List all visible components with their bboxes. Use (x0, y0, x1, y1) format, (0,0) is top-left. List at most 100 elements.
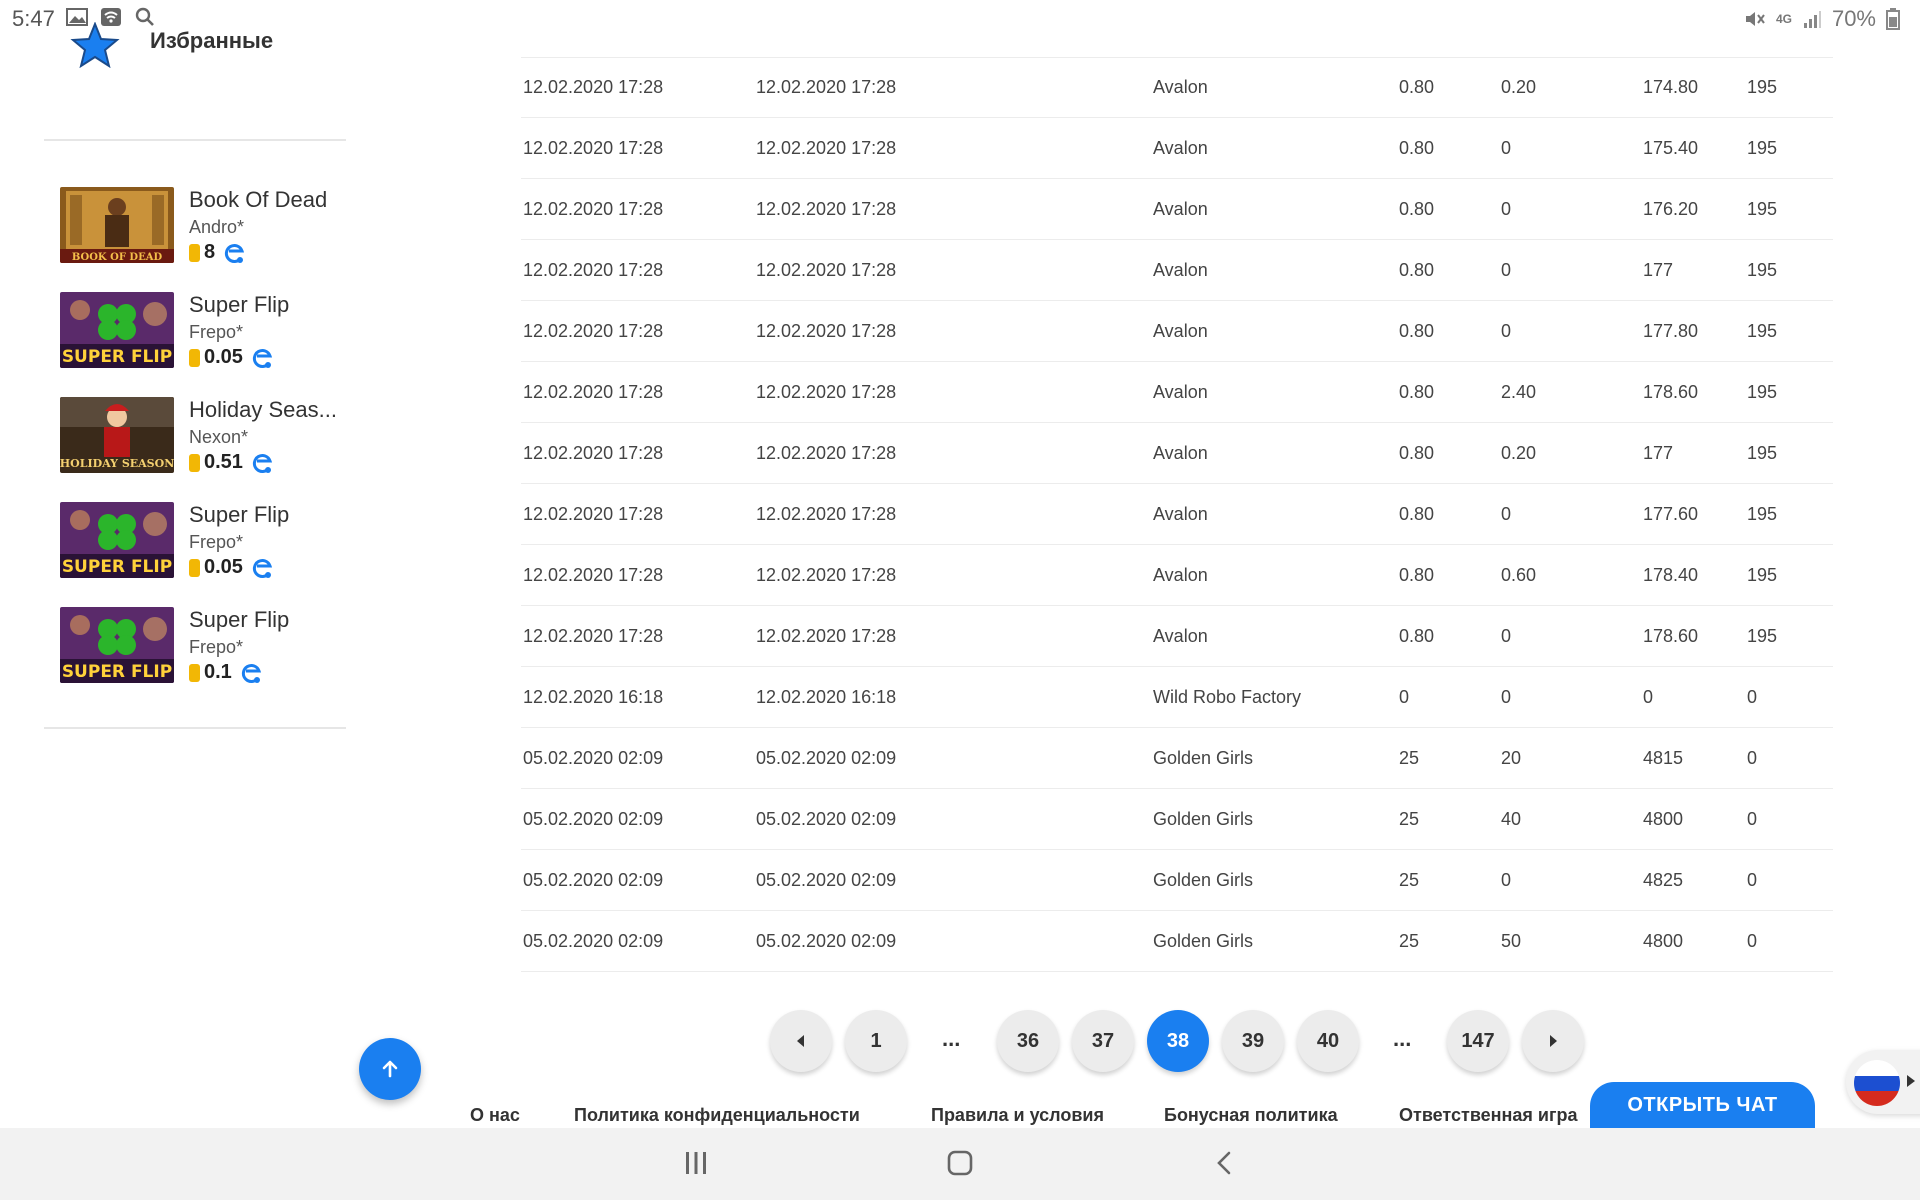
cell-bonus: 195 (1747, 382, 1778, 402)
cell-win: 0 (1501, 199, 1512, 219)
back-icon[interactable] (1214, 1150, 1234, 1176)
cell-game: Avalon (1153, 321, 1208, 341)
cell-game: Wild Robo Factory (1153, 687, 1302, 707)
game-thumbnail[interactable]: SUPER FLIP (60, 502, 174, 578)
next-page-button[interactable] (1522, 1010, 1584, 1072)
footer-link-terms[interactable]: Правила и условия (931, 1105, 1104, 1126)
footer-link-about[interactable]: О нас (470, 1105, 520, 1126)
game-thumbnail[interactable]: BOOK OF DEAD (60, 187, 174, 263)
cell-game: Avalon (1153, 443, 1208, 463)
svg-text:SUPER FLIP: SUPER FLIP (62, 347, 172, 367)
favorites-header[interactable]: Избранные (70, 22, 370, 72)
cell-date-start: 12.02.2020 17:28 (523, 77, 664, 97)
table-row: 12.02.2020 17:28 12.02.2020 17:28 Avalon 0.… (521, 240, 1833, 301)
page-last-button[interactable]: 147 (1447, 1010, 1509, 1072)
page-first-button[interactable]: 1 (845, 1010, 907, 1072)
cell-balance: 178.60 (1643, 626, 1699, 646)
game-name[interactable]: Super Flip (189, 502, 289, 528)
game-thumbnail[interactable]: HOLIDAY SEASON (60, 397, 174, 473)
signal-icon (1803, 11, 1821, 28)
footer-link-responsible[interactable]: Ответственная игра (1399, 1105, 1578, 1126)
cell-date-start: 12.02.2020 16:18 (523, 687, 664, 707)
page-current-button[interactable]: 38 (1147, 1010, 1209, 1072)
game-provider: Frepo* (189, 322, 244, 342)
page-button[interactable]: 40 (1297, 1010, 1359, 1072)
cell-bet: 0.80 (1399, 321, 1435, 341)
mute-icon (1745, 12, 1765, 26)
battery-icon (1886, 8, 1900, 30)
table-row: 05.02.2020 02:09 05.02.2020 02:09 Golden G… (521, 728, 1833, 789)
favorite-game[interactable]: SUPER FLIP Super Flip Frepo* 0.05 (60, 292, 380, 376)
game-name[interactable]: Super Flip (189, 607, 289, 633)
pagination-ellipsis: ... (1393, 1026, 1412, 1051)
cell-bonus: 0 (1747, 931, 1758, 951)
cell-game: Golden Girls (1153, 870, 1254, 890)
cell-bonus: 195 (1747, 443, 1778, 463)
cell-date-start: 12.02.2020 17:28 (523, 321, 664, 341)
game-name[interactable]: Book Of Dead (189, 187, 327, 213)
table-row: 12.02.2020 16:18 12.02.2020 16:18 Wild Rob… (521, 667, 1833, 728)
game-provider: Frepo* (189, 637, 244, 657)
table-row: 05.02.2020 02:09 05.02.2020 02:09 Golden G… (521, 789, 1833, 850)
network-type: 4G (1775, 12, 1792, 26)
cell-date-start: 12.02.2020 17:28 (523, 626, 664, 646)
home-icon[interactable] (947, 1150, 973, 1176)
cell-bet: 0.80 (1399, 382, 1435, 402)
cell-balance: 177 (1643, 260, 1674, 280)
favorite-game[interactable]: SUPER FLIP Super Flip Frepo* 0.05 (60, 502, 380, 586)
cell-balance: 177.60 (1643, 504, 1699, 524)
cell-game: Avalon (1153, 382, 1208, 402)
cell-date-start: 12.02.2020 17:28 (523, 199, 664, 219)
cell-date-start: 12.02.2020 17:28 (523, 504, 664, 524)
svg-text:SUPER FLIP: SUPER FLIP (62, 557, 172, 577)
cell-balance: 0 (1643, 687, 1654, 707)
cell-bonus: 195 (1747, 199, 1778, 219)
game-thumbnail[interactable]: SUPER FLIP (60, 292, 174, 368)
footer-link-privacy[interactable]: Политика конфиденциальности (574, 1105, 860, 1126)
cell-date-end: 05.02.2020 02:09 (756, 931, 897, 951)
cell-win: 0 (1501, 626, 1512, 646)
recent-apps-icon[interactable] (684, 1150, 708, 1176)
sidebar-divider (44, 139, 346, 141)
cell-bonus: 195 (1747, 504, 1778, 524)
cell-date-end: 05.02.2020 02:09 (756, 809, 897, 829)
open-chat-button[interactable]: ОТКРЫТЬ ЧАТ (1590, 1082, 1815, 1128)
cell-bet: 25 (1399, 748, 1420, 768)
cell-balance: 177.80 (1643, 321, 1699, 341)
star-icon (70, 22, 120, 68)
favorite-game[interactable]: BOOK OF DEAD Book Of Dead Andro* 8 (60, 187, 380, 271)
table-row: 12.02.2020 17:28 12.02.2020 17:28 Avalon 0.… (521, 545, 1833, 606)
cell-bonus: 195 (1747, 626, 1778, 646)
cell-bonus: 0 (1747, 809, 1758, 829)
cell-balance: 177 (1643, 443, 1674, 463)
cell-date-end: 05.02.2020 02:09 (756, 870, 897, 890)
svg-text:BOOK OF DEAD: BOOK OF DEAD (72, 252, 163, 263)
cell-game: Avalon (1153, 138, 1208, 158)
page-button[interactable]: 39 (1222, 1010, 1284, 1072)
page-button[interactable]: 37 (1072, 1010, 1134, 1072)
game-name[interactable]: Super Flip (189, 292, 289, 318)
cell-game: Golden Girls (1153, 931, 1254, 951)
favorite-game[interactable]: SUPER FLIP Super Flip Frepo* 0.1 (60, 607, 380, 691)
scroll-top-button[interactable] (359, 1038, 421, 1100)
page-button[interactable]: 36 (997, 1010, 1059, 1072)
coin-icon (189, 558, 200, 577)
cell-date-end: 12.02.2020 17:28 (756, 382, 897, 402)
game-value: 8 (204, 241, 216, 263)
coin-icon (189, 663, 200, 682)
cell-win: 0 (1501, 260, 1512, 280)
cell-win: 0 (1501, 321, 1512, 341)
language-selector[interactable] (1846, 1050, 1920, 1114)
table-row: 12.02.2020 17:28 12.02.2020 17:28 Avalon 0.… (521, 301, 1833, 362)
cell-game: Avalon (1153, 504, 1208, 524)
cell-game: Avalon (1153, 565, 1208, 585)
favorite-game[interactable]: HOLIDAY SEASON Holiday Seas... Nexon* 0.… (60, 397, 380, 481)
game-thumbnail[interactable]: SUPER FLIP (60, 607, 174, 683)
game-name[interactable]: Holiday Seas... (189, 397, 337, 423)
cell-bet: 0.80 (1399, 504, 1435, 524)
table-row: 05.02.2020 02:09 05.02.2020 02:09 Golden G… (521, 850, 1833, 911)
footer-link-bonus[interactable]: Бонусная политика (1164, 1105, 1338, 1126)
prev-page-button[interactable] (770, 1010, 832, 1072)
svg-text:SUPER FLIP: SUPER FLIP (62, 662, 172, 682)
table-row: 12.02.2020 17:28 12.02.2020 17:28 Avalon 0.… (521, 606, 1833, 667)
